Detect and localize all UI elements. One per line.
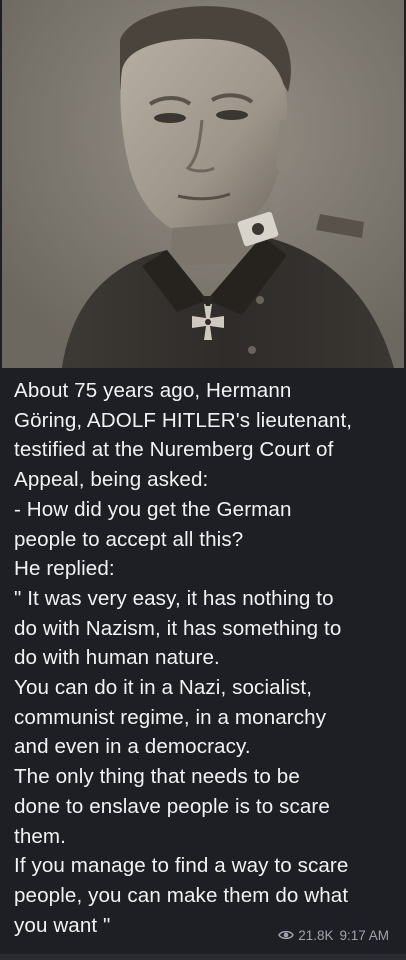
caption-line: Appeal, being asked: <box>14 468 209 492</box>
caption-line: You can do it in a Nazi, socialist, <box>14 676 313 700</box>
eye-icon <box>278 929 295 941</box>
view-count: 21.8K <box>298 927 334 943</box>
caption-line: The only thing that needs to be <box>14 765 300 789</box>
message-meta: 21.8K 9:17 AM <box>278 925 389 945</box>
message-bubble: About 75 years ago, Hermann Göring, ADOL… <box>0 0 406 960</box>
caption-line: people to accept all this? <box>14 527 244 551</box>
caption-line: done to enslave people is to scare <box>14 794 330 818</box>
message-time: 9:17 AM <box>339 927 389 943</box>
caption-line: " It was very easy, it has nothing to <box>14 586 334 610</box>
caption-line: He replied: <box>14 557 115 581</box>
caption-line: do with human nature. <box>14 646 220 670</box>
caption-line: If you manage to find a way to scare <box>14 854 349 878</box>
caption-line: Göring, ADOLF HITLER's lieutenant, <box>14 408 353 432</box>
caption-line: and even in a democracy. <box>14 735 251 759</box>
caption-line: testified at the Nuremberg Court of <box>14 438 334 462</box>
portrait-image <box>2 0 404 368</box>
caption-line: - How did you get the German <box>14 497 292 521</box>
caption-line: people, you can make them do what <box>14 883 349 907</box>
caption-line: them. <box>14 824 67 848</box>
caption-line: About 75 years ago, Hermann <box>14 379 292 402</box>
caption-line: communist regime, in a monarchy <box>14 705 327 729</box>
post-photo[interactable] <box>2 0 404 368</box>
caption-line: do with Nazism, it has something to <box>14 616 342 640</box>
post-caption: About 75 years ago, Hermann Göring, ADOL… <box>14 376 398 940</box>
bubble-bottom-edge <box>0 954 406 960</box>
